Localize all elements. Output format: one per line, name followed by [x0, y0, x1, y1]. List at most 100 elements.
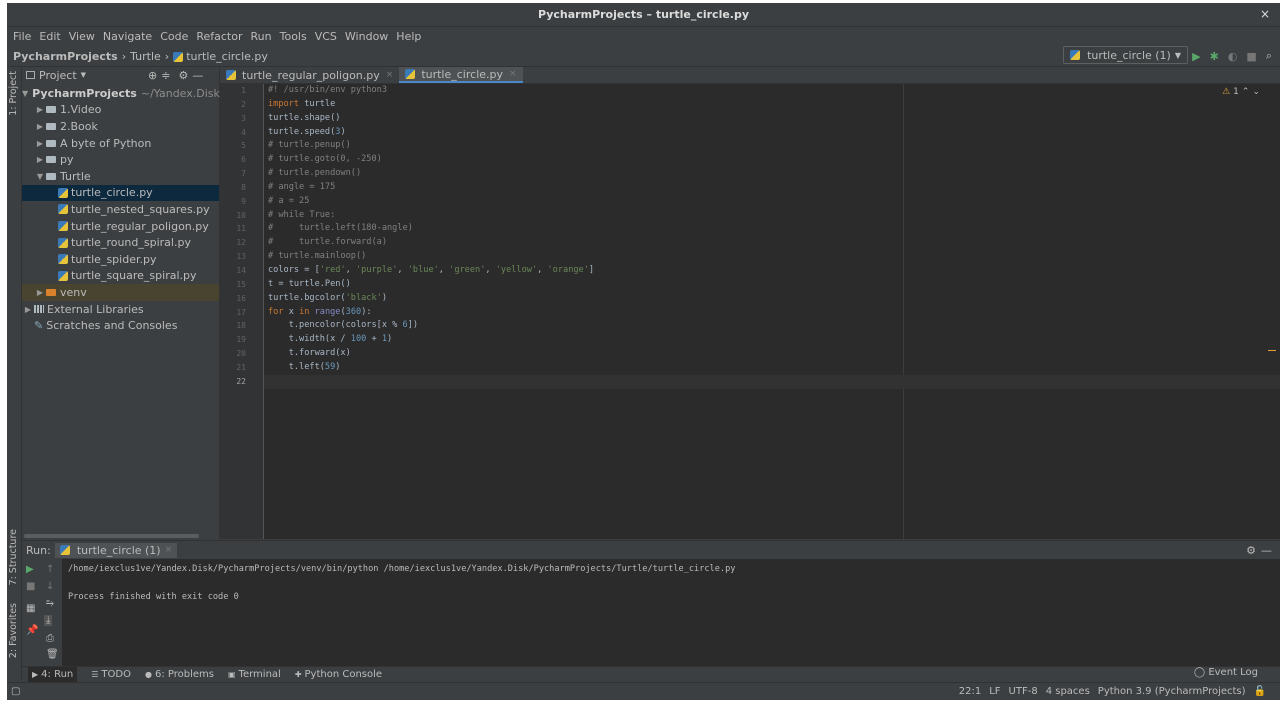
code-editor[interactable]: #! /usr/bin/env python3 import turtle turt… — [264, 84, 1280, 539]
chevron-right-icon[interactable]: ▶ — [34, 155, 46, 164]
chevron-right-icon[interactable]: ▶ — [34, 139, 46, 148]
tree-item[interactable]: ▶ py — [22, 151, 219, 168]
tree-item[interactable]: ▶ External Libraries — [22, 301, 219, 318]
code-line[interactable]: # while True: — [268, 209, 1280, 223]
tree-item[interactable]: ▶ venv — [22, 284, 219, 301]
run-icon[interactable]: ▶ — [1192, 50, 1200, 63]
chevron-right-icon[interactable]: ▶ — [34, 122, 46, 131]
locate-icon[interactable]: ⊕ — [148, 69, 157, 82]
menu-item-refactor[interactable]: Refactor — [192, 27, 246, 47]
breadcrumb-folder[interactable]: Turtle — [130, 50, 161, 63]
trash-icon[interactable]: 🗑 — [46, 649, 59, 660]
caret-position[interactable]: 22:1 — [959, 686, 981, 697]
menu-item-tools[interactable]: Tools — [276, 27, 311, 47]
code-line[interactable] — [264, 374, 1280, 389]
print-icon[interactable]: ⎙ — [46, 633, 54, 644]
code-line[interactable]: # turtle.left(180-angle) — [268, 222, 1280, 236]
tree-item[interactable]: ✎ Scratches and Consoles — [22, 317, 219, 334]
chevron-right-icon[interactable]: ▶ — [34, 105, 46, 114]
project-view-selector[interactable]: Project — [39, 69, 77, 82]
line-separator[interactable]: LF — [989, 686, 1000, 697]
code-line[interactable]: t.width(x / 100 + 1) — [268, 333, 1280, 347]
tree-item[interactable]: ▼ Turtle — [22, 168, 219, 185]
chevron-up-icon[interactable]: ⌃ — [1242, 87, 1250, 97]
code-line[interactable]: turtle.shape() — [268, 112, 1280, 126]
code-line[interactable]: colors = ['red', 'purple', 'blue', 'gree… — [268, 264, 1280, 278]
menu-item-edit[interactable]: Edit — [35, 27, 64, 47]
code-line[interactable]: # turtle.mainloop() — [268, 250, 1280, 264]
rerun-icon[interactable]: ▶ — [26, 564, 34, 575]
gear-icon[interactable]: ⚙ — [1246, 544, 1256, 557]
tree-item[interactable]: ▶ A byte of Python — [22, 135, 219, 152]
tree-item[interactable]: turtle_circle.py — [22, 184, 219, 202]
debug-icon[interactable]: ✱ — [1210, 50, 1219, 63]
scroll-to-end-icon[interactable]: ⤓ — [44, 615, 53, 626]
indent-setting[interactable]: 4 spaces — [1046, 686, 1090, 697]
horizontal-scrollbar[interactable] — [22, 534, 220, 539]
bottom-tab[interactable]: ✚ Python Console — [295, 669, 382, 680]
menu-item-code[interactable]: Code — [156, 27, 192, 47]
hide-icon[interactable]: — — [192, 69, 203, 82]
code-line[interactable]: # turtle.penup() — [268, 139, 1280, 153]
project-tool-button[interactable]: 1: Project — [8, 71, 19, 116]
bottom-tab[interactable]: ● 6: Problems — [145, 669, 214, 680]
chevron-down-icon[interactable]: ⌄ — [1252, 87, 1260, 97]
close-icon[interactable]: × — [1260, 7, 1270, 21]
toggle-tool-windows-icon[interactable]: ▢ — [11, 686, 20, 697]
stop-icon[interactable]: ■ — [26, 581, 35, 592]
code-line[interactable]: # turtle.pendown() — [268, 167, 1280, 181]
arrow-up-icon[interactable]: ↑ — [46, 564, 54, 575]
structure-tool-button[interactable]: 7: Structure — [8, 529, 19, 585]
chevron-right-icon[interactable]: ▶ — [22, 305, 34, 314]
menu-item-help[interactable]: Help — [392, 27, 425, 47]
tree-item[interactable]: ▶ 2.Book — [22, 118, 219, 135]
lock-icon[interactable]: 🔓 — [1254, 686, 1266, 697]
close-icon[interactable]: × — [509, 69, 517, 79]
inspection-widget[interactable]: ⚠ 1 ⌃ ⌄ — [1222, 87, 1260, 97]
console-output[interactable]: /home/iexclus1ve/Yandex.Disk/PycharmProj… — [68, 563, 735, 605]
code-line[interactable]: # a = 25 — [268, 195, 1280, 209]
code-line[interactable]: turtle.bgcolor('black') — [268, 292, 1280, 306]
collapse-all-icon[interactable]: ≑ — [161, 69, 170, 82]
hide-icon[interactable]: — — [1261, 544, 1272, 557]
tree-item[interactable]: turtle_spider.py — [22, 251, 219, 268]
soft-wrap-icon[interactable]: ⥱ — [46, 598, 54, 609]
tree-item[interactable]: turtle_regular_poligon.py — [22, 218, 219, 235]
layout-icon[interactable]: ▦ — [26, 603, 35, 614]
pin-icon[interactable]: 📌 — [26, 625, 38, 636]
code-line[interactable]: t.forward(x) — [268, 347, 1280, 361]
warning-marker[interactable] — [1268, 350, 1276, 351]
gear-icon[interactable]: ⚙ — [178, 69, 188, 82]
bottom-tab[interactable]: ▣ Terminal — [228, 669, 281, 680]
menu-item-window[interactable]: Window — [341, 27, 392, 47]
tree-root[interactable]: ▼ PycharmProjects ~/Yandex.Disk/Py — [22, 85, 237, 102]
code-line[interactable]: # turtle.forward(a) — [268, 236, 1280, 250]
tree-item[interactable]: ▶ 1.Video — [22, 102, 219, 119]
menu-item-run[interactable]: Run — [247, 27, 276, 47]
code-line[interactable]: # turtle.goto(0, -250) — [268, 153, 1280, 167]
menu-item-file[interactable]: File — [9, 27, 35, 47]
code-line[interactable]: #! /usr/bin/env python3 — [268, 84, 1280, 98]
chevron-right-icon[interactable]: ▶ — [34, 288, 46, 297]
run-configuration-dropdown[interactable]: turtle_circle (1) ▼ — [1063, 46, 1188, 64]
favorites-tool-button[interactable]: 2: Favorites — [8, 603, 19, 658]
code-line[interactable]: t.left(59) — [268, 361, 1280, 375]
close-icon[interactable]: × — [386, 70, 394, 80]
code-line[interactable]: t.pencolor(colors[x % 6]) — [268, 319, 1280, 333]
code-line[interactable]: import turtle — [268, 98, 1280, 112]
code-line[interactable]: turtle.speed(3) — [268, 126, 1280, 140]
editor-tab[interactable]: turtle_circle.py × — [399, 67, 523, 83]
chevron-down-icon[interactable]: ▼ — [34, 172, 46, 181]
code-line[interactable]: t = turtle.Pen() — [268, 278, 1280, 292]
close-icon[interactable]: × — [165, 545, 173, 555]
code-line[interactable]: for x in range(360): — [268, 306, 1280, 320]
coverage-icon[interactable]: ◐ — [1228, 50, 1238, 63]
menu-item-vcs[interactable]: VCS — [311, 27, 341, 47]
code-line[interactable]: # angle = 175 — [268, 181, 1280, 195]
breadcrumb-file[interactable]: turtle_circle.py — [186, 50, 268, 63]
tree-item[interactable]: turtle_round_spiral.py — [22, 234, 219, 251]
tree-item[interactable]: turtle_square_spiral.py — [22, 268, 219, 285]
run-tab[interactable]: turtle_circle (1) × — [54, 542, 178, 558]
bottom-tab[interactable]: ▶ 4: Run — [28, 667, 78, 682]
editor-tab[interactable]: turtle_regular_poligon.py × — [220, 67, 399, 83]
